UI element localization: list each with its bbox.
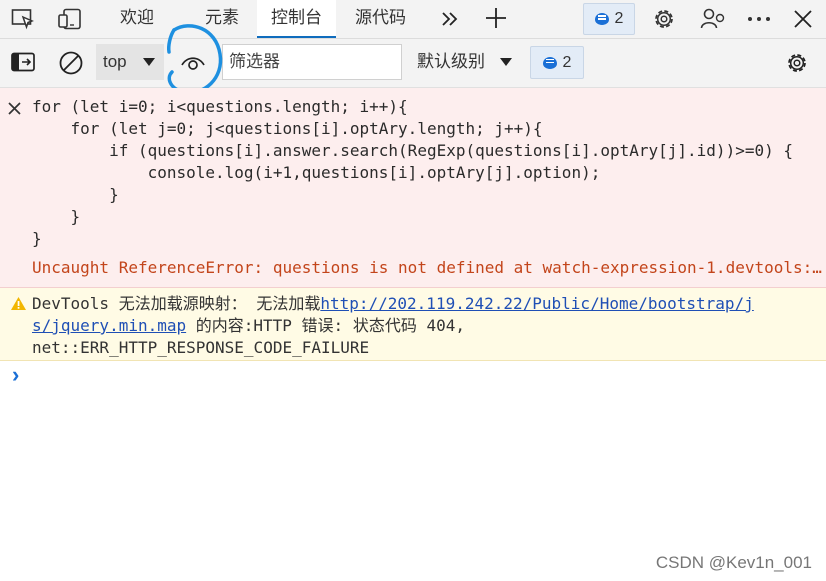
message-bubble-icon <box>542 56 557 69</box>
error-x-icon <box>7 101 21 115</box>
code-line: } <box>32 185 119 204</box>
warning-prefix: DevTools 无法加载源映射： 无法加载 <box>32 294 321 313</box>
warning-suffix: 的内容:HTTP 错误: 状态代码 404, <box>186 316 465 335</box>
context-selector[interactable]: top <box>96 44 164 80</box>
close-icon[interactable] <box>791 7 815 31</box>
warning-line-1: DevTools 无法加载源映射： 无法加载http://202.119.242… <box>32 293 754 315</box>
sourcemap-link[interactable]: s/jquery.min.map <box>32 316 186 335</box>
more-options-ellipsis-icon[interactable] <box>745 7 773 31</box>
console-toolbar: top 筛选器 默认级别 2 <box>0 39 826 88</box>
toggle-sidebar-icon[interactable] <box>10 51 36 73</box>
watermark: CSDN @Kev1n_001 <box>655 553 812 572</box>
issues-badge[interactable]: 2 <box>530 46 584 79</box>
tab-welcome[interactable]: 欢迎 <box>120 0 154 38</box>
warning-message: DevTools 无法加载源映射： 无法加载http://202.119.242… <box>0 288 826 361</box>
code-line: for (let i=0; i<questions.length; i++){ <box>32 97 408 116</box>
error-text: Uncaught ReferenceError: questions is no… <box>32 258 826 277</box>
sourcemap-link[interactable]: http://202.119.242.22/Public/Home/bootst… <box>320 294 753 313</box>
console-prompt[interactable]: › <box>12 362 19 388</box>
log-level-label: 默认级别 <box>417 52 485 72</box>
code-line: if (questions[i].answer.search(RegExp(qu… <box>32 141 793 160</box>
warning-line-2: s/jquery.min.map 的内容:HTTP 错误: 状态代码 404, <box>32 315 465 337</box>
issues-count: 2 <box>562 53 572 71</box>
clear-console-icon[interactable] <box>57 50 85 76</box>
context-value: top <box>103 52 127 71</box>
inspect-element-icon[interactable] <box>10 7 36 31</box>
filter-input[interactable]: 筛选器 <box>222 44 402 80</box>
add-tab-plus-icon[interactable] <box>483 5 509 31</box>
devtools-tabbar: 欢迎 元素 控制台 源代码 2 <box>0 0 826 39</box>
chevron-down-icon <box>143 58 155 66</box>
annotation-circle <box>167 24 223 95</box>
error-message: for (let i=0; i<questions.length; i++){ … <box>0 88 826 288</box>
issues-count: 2 <box>614 10 624 27</box>
log-level-dropdown[interactable]: 默认级别 <box>417 44 485 80</box>
console-settings-gear-icon[interactable] <box>783 49 811 77</box>
code-line: } <box>32 207 81 226</box>
tab-sources[interactable]: 源代码 <box>355 0 406 38</box>
settings-gear-icon[interactable] <box>650 5 678 33</box>
warning-line-3: net::ERR_HTTP_RESPONSE_CODE_FAILURE <box>32 338 370 357</box>
tab-console[interactable]: 控制台 <box>257 0 336 38</box>
issues-badge[interactable]: 2 <box>583 3 635 35</box>
message-bubble-icon <box>594 13 609 25</box>
more-tabs-chevron-icon[interactable] <box>438 7 462 31</box>
warning-triangle-icon <box>9 295 27 311</box>
code-line: for (let j=0; j<questions[i].optAry.leng… <box>32 119 543 138</box>
code-line: console.log(i+1,questions[i].optAry[j].o… <box>32 163 601 182</box>
device-emulation-icon[interactable] <box>56 7 84 31</box>
customize-profile-icon[interactable] <box>698 5 728 33</box>
chevron-down-icon <box>500 58 512 66</box>
code-line: } <box>32 229 42 248</box>
